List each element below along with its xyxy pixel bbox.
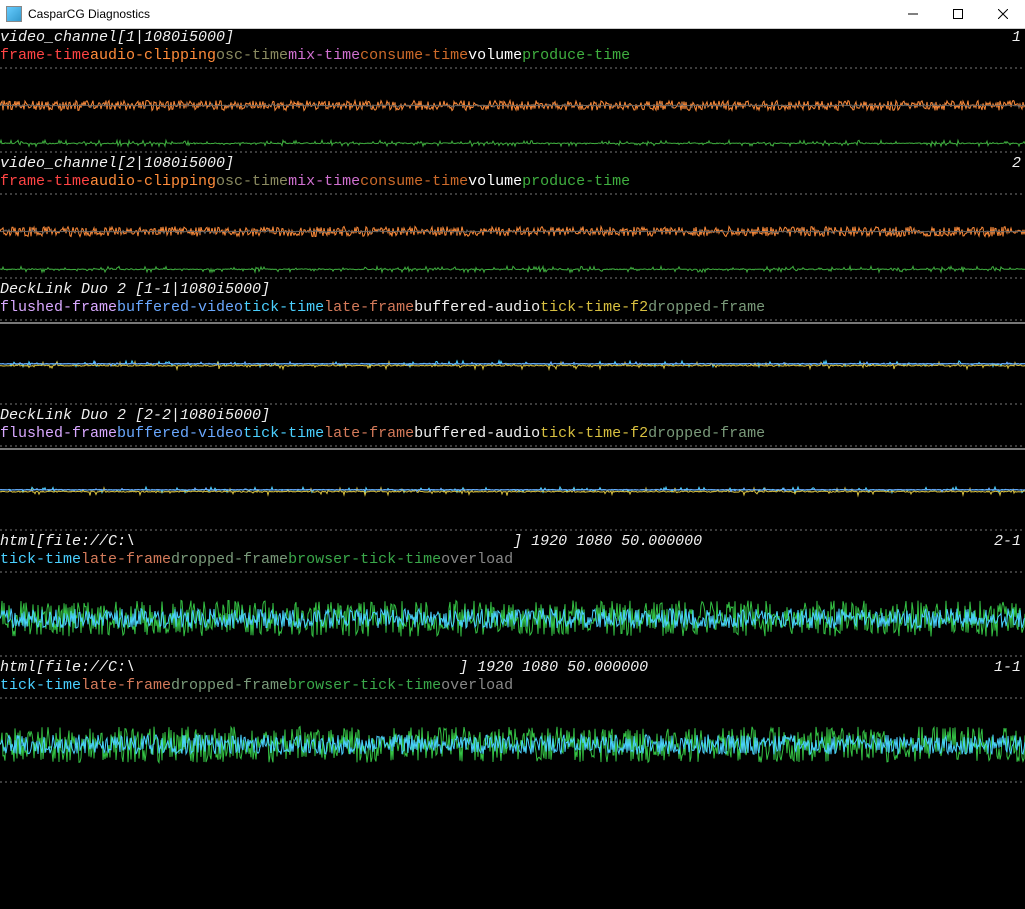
legend-item: overload <box>441 677 513 694</box>
panel-header: html[file://C:\ ] 1920 1080 50.000000 1-1 <box>0 659 1025 677</box>
app-icon <box>6 6 22 22</box>
legend-item: volume <box>468 47 522 64</box>
panel-name: html[file://C:\ ] 1920 1080 50.000000 <box>0 533 702 551</box>
legend-item: dropped-frame <box>648 425 765 442</box>
panel-name: video_channel[2|1080i5000] <box>0 155 234 173</box>
legend-item: mix-time <box>288 173 360 190</box>
panel-index: 1-1 <box>994 659 1021 677</box>
legend-item: late-frame <box>81 551 171 568</box>
legend-item: consume-time <box>360 173 468 190</box>
legend-item: flushed-frame <box>0 299 117 316</box>
legend-item: late-frame <box>324 425 414 442</box>
diagnostic-panel: DeckLink Duo 2 [1-1|1080i5000]flushed-fr… <box>0 281 1025 407</box>
legend-item: buffered-audio <box>414 299 540 316</box>
panel-header: DeckLink Duo 2 [1-1|1080i5000] <box>0 281 1025 299</box>
legend-item: flushed-frame <box>0 425 117 442</box>
legend-item: dropped-frame <box>648 299 765 316</box>
legend-item: buffered-video <box>117 425 243 442</box>
panel-header: html[file://C:\ ] 1920 1080 50.000000 2-1 <box>0 533 1025 551</box>
panel-header: video_channel[2|1080i5000] 2 <box>0 155 1025 173</box>
diagnostic-graph <box>0 695 1025 785</box>
panel-legend: flushed-framebuffered-videotick-timelate… <box>0 299 1025 317</box>
panel-header: video_channel[1|1080i5000] 1 <box>0 29 1025 47</box>
legend-item: audio-clipping <box>90 47 216 64</box>
legend-item: tick-time <box>0 677 81 694</box>
close-button[interactable] <box>980 0 1025 28</box>
panel-legend: frame-timeaudio-clippingosc-timemix-time… <box>0 173 1025 191</box>
maximize-button[interactable] <box>935 0 980 28</box>
legend-item: mix-time <box>288 47 360 64</box>
panel-legend: tick-timelate-framedropped-framebrowser-… <box>0 551 1025 569</box>
diagnostic-graph <box>0 191 1025 281</box>
legend-item: frame-time <box>0 47 90 64</box>
legend-item: produce-time <box>522 47 630 64</box>
legend-item: audio-clipping <box>90 173 216 190</box>
legend-item: osc-time <box>216 173 288 190</box>
legend-item: tick-time <box>0 551 81 568</box>
panel-legend: flushed-framebuffered-videotick-timelate… <box>0 425 1025 443</box>
diagnostic-panel: html[file://C:\ ] 1920 1080 50.000000 1-1… <box>0 659 1025 785</box>
legend-item: dropped-frame <box>171 677 288 694</box>
window-buttons <box>890 0 1025 28</box>
diagnostic-graph <box>0 317 1025 407</box>
window-titlebar[interactable]: CasparCG Diagnostics <box>0 0 1025 29</box>
legend-item: late-frame <box>324 299 414 316</box>
legend-item: dropped-frame <box>171 551 288 568</box>
legend-item: browser-tick-time <box>288 551 441 568</box>
legend-item: buffered-audio <box>414 425 540 442</box>
minimize-button[interactable] <box>890 0 935 28</box>
legend-item: tick-time <box>243 425 324 442</box>
legend-item: buffered-video <box>117 299 243 316</box>
panel-name: html[file://C:\ ] 1920 1080 50.000000 <box>0 659 648 677</box>
panel-legend: tick-timelate-framedropped-framebrowser-… <box>0 677 1025 695</box>
legend-item: frame-time <box>0 173 90 190</box>
panel-name: DeckLink Duo 2 [2-2|1080i5000] <box>0 407 270 425</box>
legend-item: overload <box>441 551 513 568</box>
legend-item: osc-time <box>216 47 288 64</box>
panel-index: 2 <box>1012 155 1021 173</box>
legend-item: volume <box>468 173 522 190</box>
panel-index: 2-1 <box>994 533 1021 551</box>
diagnostic-panel: video_channel[1|1080i5000]1frame-timeaud… <box>0 29 1025 155</box>
panel-index: 1 <box>1012 29 1021 47</box>
legend-item: tick-time <box>243 299 324 316</box>
legend-item: browser-tick-time <box>288 677 441 694</box>
diagnostic-graph <box>0 569 1025 659</box>
diagnostics-content: video_channel[1|1080i5000]1frame-timeaud… <box>0 29 1025 909</box>
diagnostic-panel: DeckLink Duo 2 [2-2|1080i5000]flushed-fr… <box>0 407 1025 533</box>
diagnostic-panel: html[file://C:\ ] 1920 1080 50.000000 2-1… <box>0 533 1025 659</box>
legend-item: produce-time <box>522 173 630 190</box>
panel-legend: frame-timeaudio-clippingosc-timemix-time… <box>0 47 1025 65</box>
panel-header: DeckLink Duo 2 [2-2|1080i5000] <box>0 407 1025 425</box>
legend-item: consume-time <box>360 47 468 64</box>
legend-item: late-frame <box>81 677 171 694</box>
diagnostic-graph <box>0 443 1025 533</box>
panel-name: video_channel[1|1080i5000] <box>0 29 234 47</box>
diagnostic-graph <box>0 65 1025 155</box>
panel-name: DeckLink Duo 2 [1-1|1080i5000] <box>0 281 270 299</box>
legend-item: tick-time-f2 <box>540 425 648 442</box>
window-title: CasparCG Diagnostics <box>28 7 890 21</box>
diagnostic-panel: video_channel[2|1080i5000]2frame-timeaud… <box>0 155 1025 281</box>
legend-item: tick-time-f2 <box>540 299 648 316</box>
